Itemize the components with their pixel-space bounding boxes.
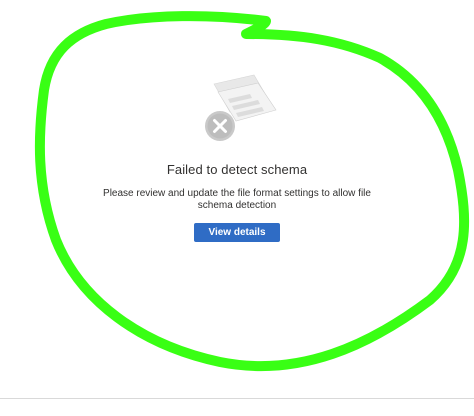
view-details-button[interactable]: View details [194,223,280,242]
error-title: Failed to detect schema [166,162,308,177]
schema-detection-panel: Failed to detect schema Please review an… [0,0,474,416]
file-error-icon [205,74,277,141]
empty-state: Failed to detect schema Please review an… [0,72,474,242]
bottom-divider [0,398,474,399]
error-message: Please review and update the file format… [103,188,371,211]
